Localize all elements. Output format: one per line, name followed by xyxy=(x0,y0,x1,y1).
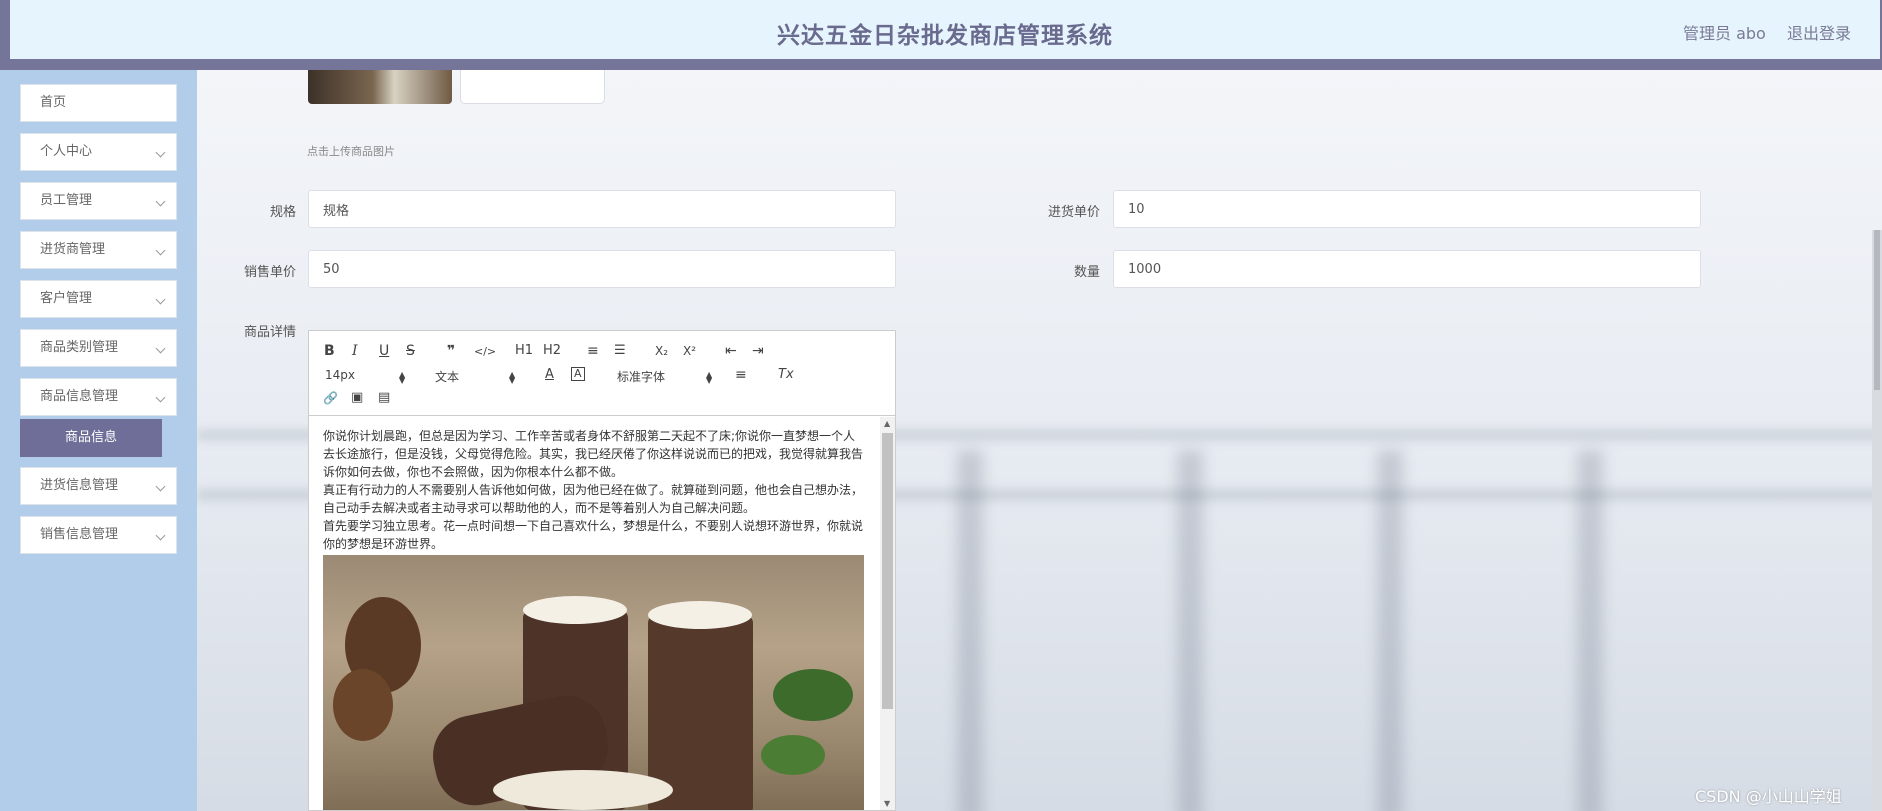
chevron-down-icon xyxy=(155,147,166,158)
sidebar-item-supplier-management[interactable]: 进货商管理 xyxy=(20,231,177,269)
video-button[interactable]: ▤ xyxy=(378,390,390,406)
font-size-select[interactable]: 14px ▲ ▼ xyxy=(325,368,406,385)
detail-label: 商品详情 xyxy=(243,325,296,340)
product-image-thumbnail[interactable] xyxy=(308,70,452,104)
fence-post xyxy=(1177,450,1203,811)
font-color-button[interactable]: A xyxy=(545,367,554,383)
sidebar-item-label: 商品类别管理 xyxy=(40,340,119,355)
header-bar: 兴达五金日杂批发商店管理系统 管理员 abo 退出登录 xyxy=(10,0,1880,59)
watermark: CSDN @小山山学姐 xyxy=(1695,787,1842,806)
editor-scroll-thumb[interactable] xyxy=(882,433,893,709)
spec-label: 规格 xyxy=(269,205,296,220)
heading1-button[interactable]: H1 xyxy=(515,343,533,359)
select-arrow-icon: ▼ xyxy=(509,376,516,385)
page-scroll-thumb[interactable] xyxy=(1874,230,1880,390)
sidebar-item-label: 销售信息管理 xyxy=(40,527,119,542)
sidebar-item-label: 进货商管理 xyxy=(40,242,106,257)
scroll-down-icon[interactable]: ▼ xyxy=(884,799,890,808)
sidebar-item-sales-management[interactable]: 销售信息管理 xyxy=(20,516,177,554)
logout-link[interactable]: 退出登录 xyxy=(1787,20,1851,44)
chevron-down-icon xyxy=(155,294,166,305)
fence-post xyxy=(1577,450,1603,811)
code-block-button[interactable]: </> xyxy=(474,344,496,360)
indent-button[interactable]: ⇥ xyxy=(752,343,764,359)
background-color-button[interactable]: A xyxy=(571,367,585,381)
quote-button[interactable]: ❞ xyxy=(447,343,455,359)
quantity-label: 数量 xyxy=(1073,265,1100,280)
spec-input[interactable] xyxy=(308,190,896,228)
sidebar-item-purchase-management[interactable]: 进货信息管理 xyxy=(20,467,177,505)
sidebar-item-personal-center[interactable]: 个人中心 xyxy=(20,133,177,171)
scroll-up-icon[interactable]: ▲ xyxy=(884,419,890,428)
sidebar-item-label: 个人中心 xyxy=(40,144,93,159)
sidebar-item-label: 首页 xyxy=(40,95,67,110)
sale-price-label: 销售单价 xyxy=(243,265,296,280)
page-scrollbar[interactable] xyxy=(1872,230,1882,811)
editor-paragraph: 真正有行动力的人不需要别人告诉他如何做，因为他已经在做了。就算碰到问题，他也会自… xyxy=(323,483,864,515)
admin-user-label: 管理员 abo xyxy=(1683,24,1766,43)
editor-scrollbar[interactable]: ▲ ▼ xyxy=(880,417,895,810)
italic-button[interactable]: I xyxy=(352,343,358,359)
bold-button[interactable]: B xyxy=(324,343,335,359)
rich-text-editor: B I U S ❞ </> H1 H2 ≡ ☰ X₂ X² ⇤ ⇥ 14px ▲… xyxy=(308,330,896,811)
subscript-button[interactable]: X₂ xyxy=(655,343,668,359)
chevron-down-icon xyxy=(155,196,166,207)
fence-post xyxy=(1377,450,1403,811)
chevron-down-icon xyxy=(155,392,166,403)
sidebar-item-label: 员工管理 xyxy=(40,193,93,208)
bullet-list-button[interactable]: ☰ xyxy=(614,343,626,359)
superscript-button[interactable]: X² xyxy=(683,343,696,359)
upload-hint: 点击上传商品图片 xyxy=(307,145,395,158)
chevron-down-icon xyxy=(155,343,166,354)
sidebar-item-category-management[interactable]: 商品类别管理 xyxy=(20,329,177,367)
sale-price-input[interactable] xyxy=(308,250,896,288)
editor-toolbar: B I U S ❞ </> H1 H2 ≡ ☰ X₂ X² ⇤ ⇥ 14px ▲… xyxy=(309,331,895,416)
select-arrow-icon: ▼ xyxy=(706,376,713,385)
sidebar-item-label: 客户管理 xyxy=(40,291,93,306)
heading2-button[interactable]: H2 xyxy=(543,343,561,359)
link-button[interactable]: 🔗 xyxy=(323,390,338,406)
product-photo xyxy=(323,555,864,810)
app-title: 兴达五金日杂批发商店管理系统 xyxy=(777,23,1113,49)
editor-paragraph: 首先要学习独立思考。花一点时间想一下自己喜欢什么，梦想是什么，不要别人说想环游世… xyxy=(323,519,864,551)
align-button[interactable]: ≡ xyxy=(735,367,747,383)
font-size-value: 14px xyxy=(325,368,355,382)
chevron-down-icon xyxy=(155,245,166,256)
quantity-input[interactable] xyxy=(1113,250,1701,288)
font-family-select[interactable]: 标准字体 ▲ ▼ xyxy=(617,368,712,385)
rice-cups-illustration xyxy=(333,596,853,810)
sidebar-subitem-product-info[interactable]: 商品信息 xyxy=(20,419,162,457)
purchase-price-input[interactable] xyxy=(1113,190,1701,228)
strike-button[interactable]: S xyxy=(406,343,415,359)
ordered-list-button[interactable]: ≡ xyxy=(587,343,599,359)
font-family-value: 标准字体 xyxy=(617,370,666,384)
image-upload-slot[interactable] xyxy=(460,70,605,104)
image-button[interactable]: ▣ xyxy=(351,390,363,406)
sidebar-item-product-management[interactable]: 商品信息管理 xyxy=(20,378,177,416)
text-style-select[interactable]: 文本 ▲ ▼ xyxy=(435,368,515,385)
chevron-down-icon xyxy=(155,530,166,541)
fence-post xyxy=(957,450,983,811)
editor-paragraph: 你说你计划晨跑，但总是因为学习、工作辛苦或者身体不舒服第二天起不了床;你说你一直… xyxy=(323,429,864,479)
sidebar-item-label: 进货信息管理 xyxy=(40,478,119,493)
sidebar-item-staff-management[interactable]: 员工管理 xyxy=(20,182,177,220)
select-arrow-icon: ▼ xyxy=(399,376,406,385)
top-header: 兴达五金日杂批发商店管理系统 管理员 abo 退出登录 xyxy=(0,0,1882,70)
chevron-down-icon xyxy=(155,481,166,492)
clear-format-button[interactable]: Tx xyxy=(778,367,794,383)
outdent-button[interactable]: ⇤ xyxy=(725,343,737,359)
text-style-value: 文本 xyxy=(435,370,460,384)
underline-button[interactable]: U xyxy=(379,343,389,359)
sidebar-item-customer-management[interactable]: 客户管理 xyxy=(20,280,177,318)
sidebar-item-home[interactable]: 首页 xyxy=(20,84,177,122)
editor-content[interactable]: 你说你计划晨跑，但总是因为学习、工作辛苦或者身体不舒服第二天起不了床;你说你一直… xyxy=(309,417,881,810)
purchase-price-label: 进货单价 xyxy=(1047,205,1100,220)
sidebar-item-label: 商品信息管理 xyxy=(40,389,119,404)
